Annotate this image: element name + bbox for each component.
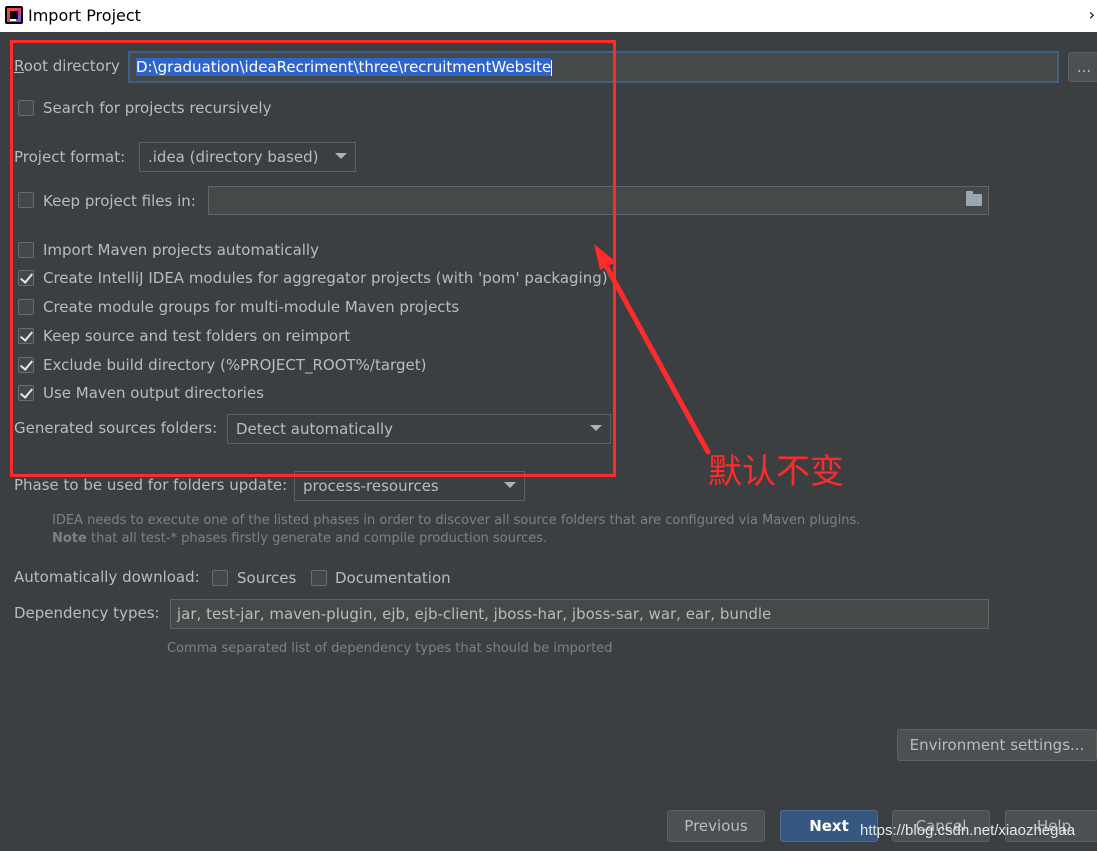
watermark: https://blog.csdn.net/xiaozhegaa (860, 822, 1076, 839)
annotation-arrow (594, 244, 711, 455)
annotation-arrow-head (594, 244, 616, 270)
annotation-text: 默认不变 (708, 452, 844, 492)
annotation-arrow-shaft (601, 259, 711, 455)
